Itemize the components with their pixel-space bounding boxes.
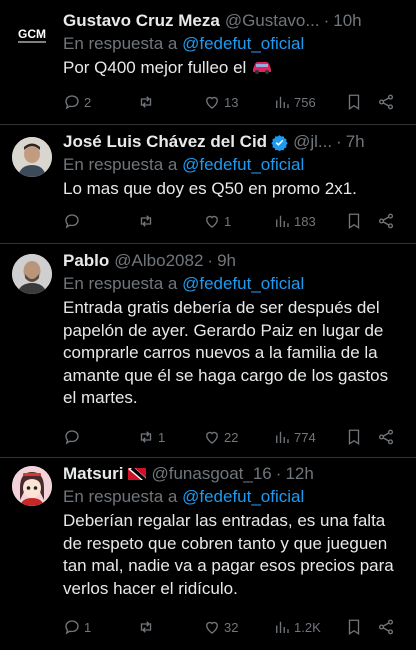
separator-dot: ·	[323, 11, 330, 30]
avatar[interactable]	[12, 466, 52, 506]
author-name[interactable]: Matsuri	[63, 463, 123, 485]
like-button[interactable]: 32	[203, 618, 273, 636]
bookmark-icon	[345, 618, 363, 636]
tweet[interactable]: GCM Gustavo Cruz Meza @Gustavo... · 10h …	[0, 0, 416, 125]
timestamp[interactable]: 10h	[333, 10, 361, 32]
avatar[interactable]	[12, 254, 52, 294]
share-icon	[377, 428, 395, 446]
views-button[interactable]: 183	[273, 212, 345, 230]
reply-button[interactable]: 2	[63, 93, 137, 111]
bookmark-button[interactable]	[345, 618, 377, 636]
retweet-icon	[137, 618, 155, 636]
gcm-logo-icon: GCM	[12, 14, 52, 54]
car-emoji-icon	[253, 62, 272, 74]
retweet-button[interactable]: 1	[137, 428, 203, 446]
like-icon	[203, 93, 221, 111]
author-name[interactable]: Pablo	[63, 250, 109, 272]
tweet-text: Lo mas que doy es Q50 en promo 2x1.	[63, 179, 357, 198]
tweet[interactable]: Matsuri @funasgoat_16 · 12h En respuesta…	[0, 458, 416, 650]
tweet-text: Deberían regalar las entradas, es una fa…	[63, 511, 394, 598]
mention-link[interactable]: @fedefut_oficial	[182, 34, 304, 53]
bookmark-icon	[345, 212, 363, 230]
retweet-icon	[137, 93, 155, 111]
views-button[interactable]: 1.2K	[273, 618, 345, 636]
share-button[interactable]	[377, 212, 397, 230]
like-button[interactable]: 13	[203, 93, 273, 111]
author-handle[interactable]: @jl...	[293, 131, 332, 153]
avatar[interactable]	[12, 137, 52, 177]
views-button[interactable]: 774	[273, 428, 345, 446]
retweet-icon	[137, 428, 155, 446]
timestamp[interactable]: 9h	[217, 250, 236, 272]
trinidad-tobago-flag-icon	[128, 468, 147, 480]
reply-icon	[63, 618, 81, 636]
person-photo-icon	[12, 254, 52, 294]
reply-icon	[63, 428, 81, 446]
share-button[interactable]	[377, 618, 397, 636]
share-icon	[377, 212, 395, 230]
reply-icon	[63, 93, 81, 111]
like-icon	[203, 212, 221, 230]
retweet-icon	[137, 212, 155, 230]
bookmark-button[interactable]	[345, 93, 377, 111]
views-icon	[273, 428, 291, 446]
separator-dot: ·	[336, 132, 342, 151]
avatar[interactable]: GCM	[12, 14, 52, 54]
author-handle[interactable]: @Albo2082	[114, 250, 203, 272]
views-icon	[273, 618, 291, 636]
separator-dot: ·	[275, 464, 282, 483]
share-button[interactable]	[377, 93, 397, 111]
retweet-button[interactable]	[137, 212, 203, 230]
like-icon	[203, 428, 221, 446]
bookmark-button[interactable]	[345, 212, 377, 230]
author-name[interactable]: José Luis Chávez del Cid	[63, 131, 267, 153]
like-icon	[203, 618, 221, 636]
reply-button[interactable]: 1	[63, 618, 137, 636]
like-button[interactable]: 22	[203, 428, 273, 446]
author-name[interactable]: Gustavo Cruz Meza	[63, 10, 220, 32]
tweet[interactable]: José Luis Chávez del Cid @jl... · 7h En …	[0, 125, 416, 244]
reply-button[interactable]	[63, 428, 137, 446]
mention-link[interactable]: @fedefut_oficial	[182, 155, 304, 174]
bookmark-button[interactable]	[345, 428, 377, 446]
tweet[interactable]: Pablo @Albo2082 · 9h En respuesta a @fed…	[0, 244, 416, 458]
views-button[interactable]: 756	[273, 93, 345, 111]
reply-context: En respuesta a @fedefut_oficial	[63, 34, 305, 53]
verified-badge-icon	[271, 134, 288, 151]
reply-context: En respuesta a @fedefut_oficial	[63, 487, 305, 506]
author-handle[interactable]: @funasgoat_16	[151, 463, 271, 485]
bookmark-icon	[345, 428, 363, 446]
views-icon	[273, 212, 291, 230]
timestamp[interactable]: 12h	[285, 463, 313, 485]
mention-link[interactable]: @fedefut_oficial	[182, 274, 304, 293]
mention-link[interactable]: @fedefut_oficial	[182, 487, 304, 506]
timestamp[interactable]: 7h	[346, 131, 365, 153]
retweet-button[interactable]	[137, 618, 203, 636]
share-icon	[377, 618, 395, 636]
separator-dot: ·	[207, 251, 214, 270]
retweet-button[interactable]	[137, 93, 203, 111]
reply-button[interactable]	[63, 212, 137, 230]
anime-avatar-icon	[12, 466, 52, 506]
tweet-text: Entrada gratis debería de ser después de…	[63, 298, 389, 407]
tweet-text: Por Q400 mejor fulleo el	[63, 57, 406, 80]
reply-icon	[63, 212, 81, 230]
bookmark-icon	[345, 93, 363, 111]
like-button[interactable]: 1	[203, 212, 273, 230]
person-photo-icon	[12, 137, 52, 177]
author-handle[interactable]: @Gustavo...	[225, 10, 320, 32]
reply-context: En respuesta a @fedefut_oficial	[63, 274, 305, 293]
share-button[interactable]	[377, 428, 397, 446]
reply-context: En respuesta a @fedefut_oficial	[63, 155, 305, 174]
svg-text:GCM: GCM	[18, 27, 46, 41]
share-icon	[377, 93, 395, 111]
views-icon	[273, 93, 291, 111]
